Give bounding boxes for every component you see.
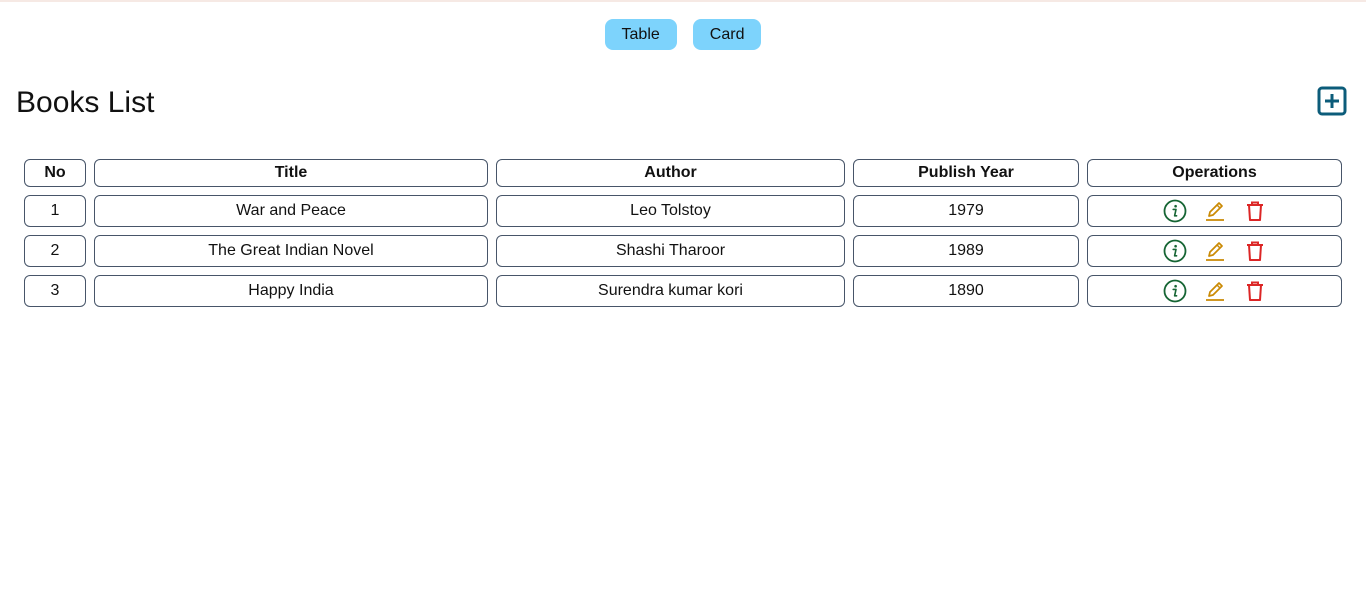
info-circle-icon [1163,279,1186,303]
cell-publish-year: 1979 [853,195,1079,227]
cell-no: 2 [24,235,86,267]
edit-button[interactable] [1203,239,1227,263]
view-toggle: Table Card [0,19,1366,50]
page-title: Books List [16,86,155,119]
edit-pencil-icon [1205,242,1224,261]
info-button[interactable] [1163,199,1187,223]
column-header-author: Author [496,159,845,187]
cell-no: 3 [24,275,86,307]
table-row: 3 Happy India Surendra kumar kori 1890 [24,275,1342,307]
edit-button[interactable] [1203,279,1227,303]
table-view-button[interactable]: Table [604,19,677,50]
trash-icon [1246,241,1263,261]
edit-button[interactable] [1203,199,1227,223]
trash-icon [1246,281,1263,301]
cell-operations [1087,195,1342,227]
info-button[interactable] [1163,239,1187,263]
delete-button[interactable] [1243,239,1267,263]
delete-button[interactable] [1243,199,1267,223]
cell-no: 1 [24,195,86,227]
cell-publish-year: 1890 [853,275,1079,307]
trash-icon [1246,201,1263,221]
add-book-button[interactable] [1317,86,1347,116]
card-view-button[interactable]: Card [692,19,762,50]
info-button[interactable] [1163,279,1187,303]
cell-operations [1087,275,1342,307]
table-header-row: No Title Author Publish Year Operations [24,159,1342,187]
plus-square-icon [1317,86,1347,116]
cell-author: Leo Tolstoy [496,195,845,227]
cell-title: Happy India [94,275,488,307]
table-row: 1 War and Peace Leo Tolstoy 1979 [24,195,1342,227]
delete-button[interactable] [1243,279,1267,303]
cell-author: Shashi Tharoor [496,235,845,267]
cell-title: The Great Indian Novel [94,235,488,267]
cell-publish-year: 1989 [853,235,1079,267]
cell-operations [1087,235,1342,267]
top-divider [0,0,1366,2]
cell-title: War and Peace [94,195,488,227]
edit-pencil-icon [1205,282,1224,301]
column-header-no: No [24,159,86,187]
books-table: No Title Author Publish Year Operations … [16,151,1350,315]
edit-pencil-icon [1205,202,1224,221]
column-header-title: Title [94,159,488,187]
info-circle-icon [1163,199,1186,223]
info-circle-icon [1163,239,1186,263]
column-header-operations: Operations [1087,159,1342,187]
table-row: 2 The Great Indian Novel Shashi Tharoor … [24,235,1342,267]
column-header-publish-year: Publish Year [853,159,1079,187]
cell-author: Surendra kumar kori [496,275,845,307]
